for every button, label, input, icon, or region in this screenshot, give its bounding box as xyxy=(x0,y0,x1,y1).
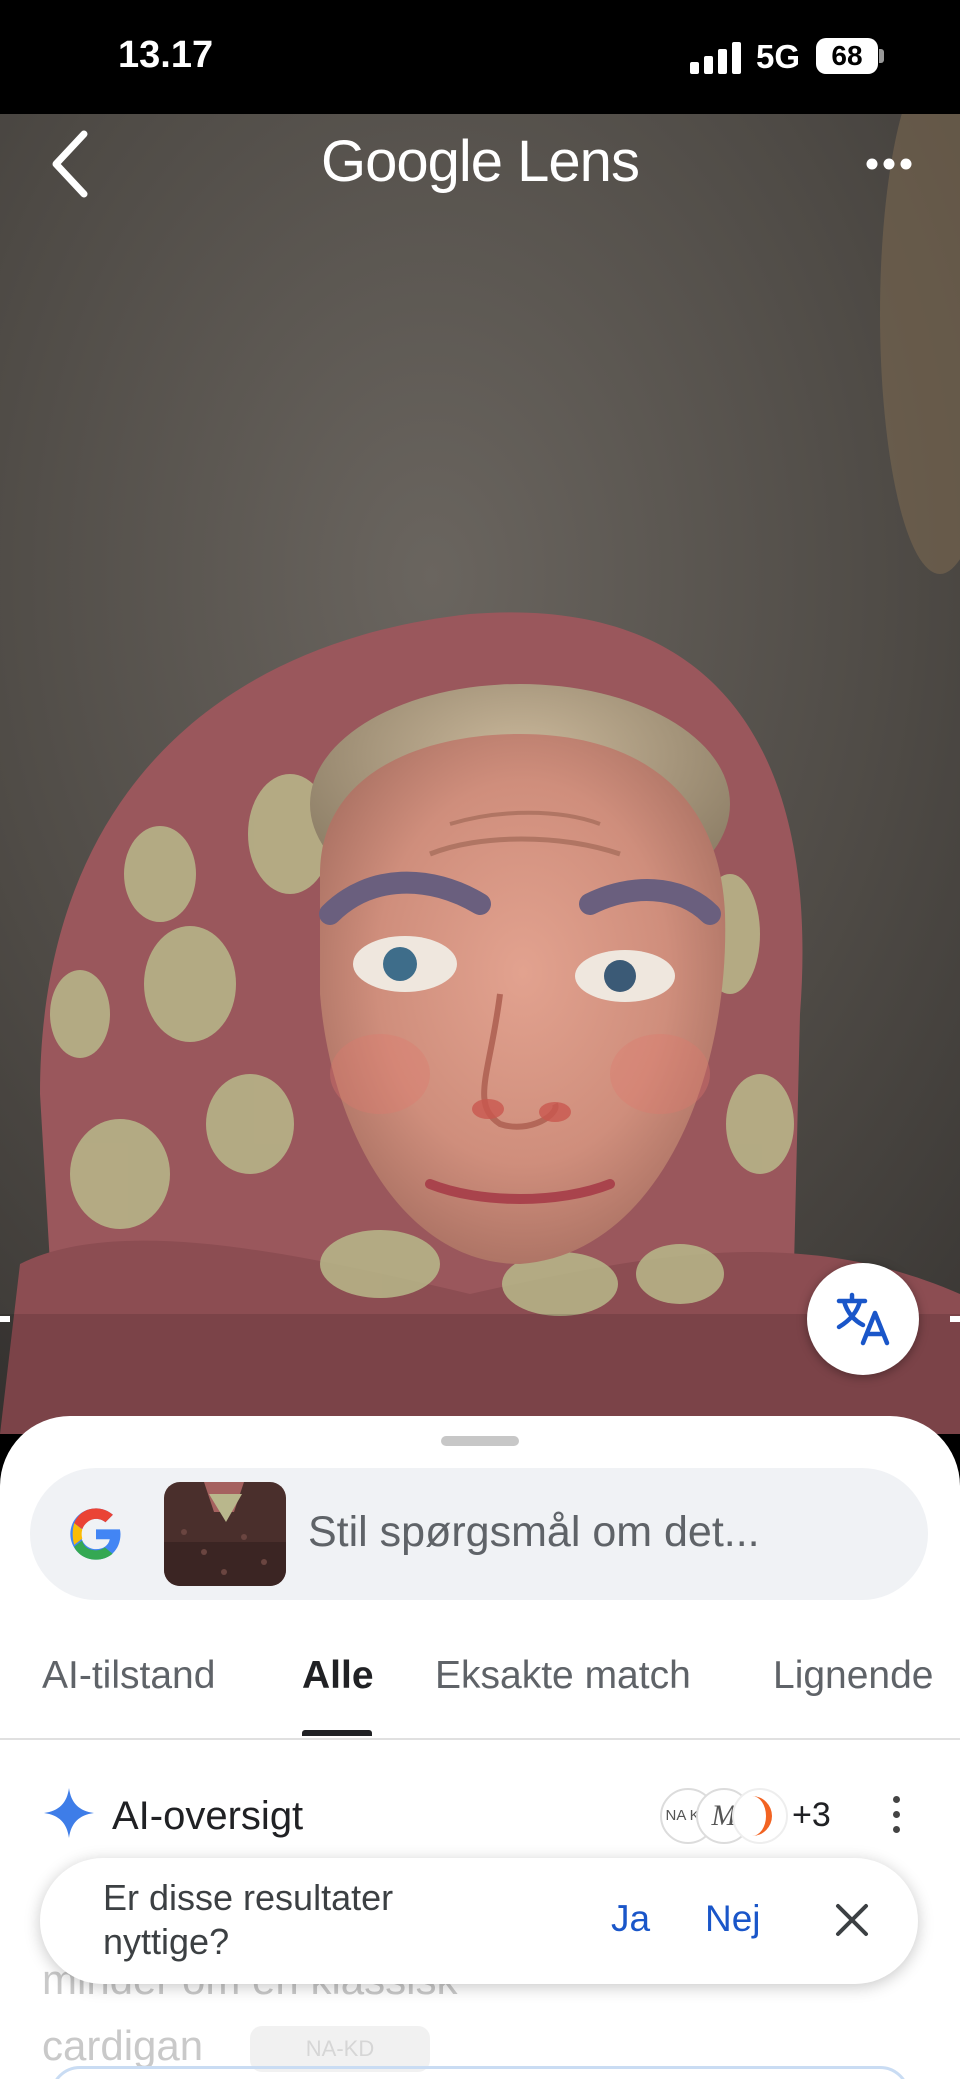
network-type: 5G xyxy=(756,38,801,75)
search-input[interactable]: Stil spørgsmål om det... xyxy=(308,1508,760,1557)
feedback-question: Er disse resultater nyttige? xyxy=(103,1877,394,1962)
tab-similar[interactable]: Lignende xyxy=(773,1654,934,1698)
doll-photo xyxy=(0,114,960,1434)
search-bar[interactable]: Stil spørgsmål om det... xyxy=(30,1468,928,1600)
ai-overview-header: AI-oversigt NA KD M +3 xyxy=(0,1746,960,1856)
more-horizontal-icon xyxy=(866,158,912,170)
crop-handle-left[interactable] xyxy=(0,1316,10,1322)
tab-all[interactable]: Alle xyxy=(302,1654,374,1698)
sheet-drag-handle[interactable] xyxy=(441,1436,519,1446)
query-image-thumbnail[interactable] xyxy=(164,1482,286,1586)
google-logo-icon xyxy=(70,1508,121,1560)
source-icon-orange xyxy=(732,1788,788,1844)
sparkle-icon xyxy=(44,1788,94,1838)
ai-mode-button-outline[interactable] xyxy=(50,2066,910,2079)
active-tab-indicator xyxy=(302,1730,372,1736)
result-tabs: AI-tilstand Alle Eksakte match Lignende xyxy=(0,1630,960,1740)
close-icon xyxy=(836,1904,868,1936)
feedback-yes-button[interactable]: Ja xyxy=(611,1898,650,1940)
feedback-toast: Er disse resultater nyttige? Ja Nej xyxy=(40,1858,918,1984)
close-button[interactable] xyxy=(830,1898,874,1942)
more-sources-count: +3 xyxy=(792,1796,831,1834)
battery-level: 68 xyxy=(816,38,878,74)
ai-overview-menu-button[interactable] xyxy=(884,1790,908,1840)
status-time: 13.17 xyxy=(118,34,214,76)
source-icons[interactable]: NA KD M xyxy=(660,1788,790,1844)
translate-button[interactable] xyxy=(807,1263,919,1375)
status-bar: 13.17 5G 68 xyxy=(0,0,960,114)
cellular-signal-icon xyxy=(690,42,741,74)
ai-overview-text-line: cardigan xyxy=(42,2022,204,2069)
top-bar: Google Lens xyxy=(0,114,960,214)
ai-overview-title: AI-oversigt xyxy=(112,1794,304,1838)
tab-exact-matches[interactable]: Eksakte match xyxy=(435,1654,691,1698)
page-title: Google Lens xyxy=(321,129,640,194)
crop-handle-right[interactable] xyxy=(950,1316,960,1322)
tab-ai-mode[interactable]: AI-tilstand xyxy=(42,1654,215,1698)
more-options-button[interactable] xyxy=(860,144,920,184)
translate-icon xyxy=(836,1292,890,1346)
feedback-no-button[interactable]: Nej xyxy=(705,1898,761,1940)
lens-image[interactable] xyxy=(0,114,960,1434)
battery-icon: 68 xyxy=(816,38,884,74)
